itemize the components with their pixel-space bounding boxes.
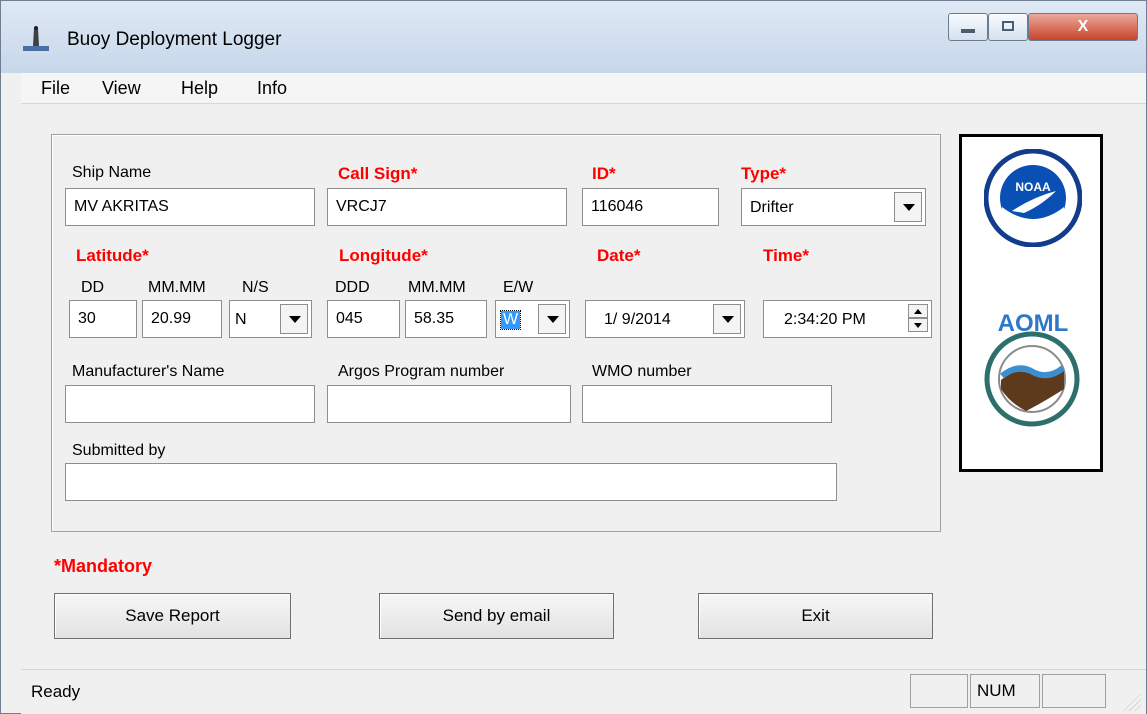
resize-grip-icon[interactable]: [1123, 693, 1141, 711]
latitude-degrees-input[interactable]: 30: [69, 300, 137, 338]
chevron-down-icon[interactable]: [280, 304, 308, 334]
lat-mm-label: MM.MM: [148, 279, 206, 296]
manufacturer-input[interactable]: [65, 385, 315, 423]
noaa-logo-text: NOAA: [1015, 180, 1051, 194]
ns-value: N: [235, 311, 247, 328]
menu-view[interactable]: View: [102, 78, 141, 99]
lon-ddd-label: DDD: [335, 279, 370, 296]
id-input[interactable]: 116046: [582, 188, 719, 226]
manufacturer-label: Manufacturer's Name: [72, 363, 225, 380]
chevron-down-icon[interactable]: [894, 192, 922, 222]
spin-down-icon[interactable]: [908, 318, 928, 332]
argos-label: Argos Program number: [338, 363, 505, 380]
maximize-button[interactable]: [988, 13, 1028, 41]
buoy-app-icon: [23, 26, 49, 51]
save-report-button[interactable]: Save Report: [54, 593, 291, 639]
menu-help[interactable]: Help: [181, 78, 218, 99]
maximize-icon: [1002, 21, 1014, 31]
menu-info[interactable]: Info: [257, 78, 287, 99]
submitted-by-label: Submitted by: [72, 442, 166, 459]
type-label: Type*: [741, 164, 787, 183]
lon-ew-label: E/W: [503, 279, 534, 296]
longitude-degrees-input[interactable]: 045: [327, 300, 400, 338]
submitted-by-input[interactable]: [65, 463, 837, 501]
status-bar: Ready NUM: [21, 669, 1146, 714]
latitude-label: Latitude*: [76, 246, 149, 265]
argos-input[interactable]: [327, 385, 571, 423]
wmo-label: WMO number: [592, 363, 692, 380]
ew-value: W: [499, 310, 522, 330]
ship-name-input[interactable]: MV AKRITAS: [65, 188, 315, 226]
minimize-icon: [961, 29, 975, 33]
longitude-hemisphere-select[interactable]: W: [495, 300, 570, 338]
mandatory-note: *Mandatory: [54, 556, 153, 576]
main-window: Buoy Deployment Logger X File View Help …: [0, 0, 1147, 714]
date-label: Date*: [597, 246, 641, 265]
date-picker[interactable]: 1/ 9/2014: [585, 300, 745, 338]
lat-dd-label: DD: [81, 279, 105, 296]
time-picker[interactable]: 2:34:20 PM: [763, 300, 932, 338]
wmo-input[interactable]: [582, 385, 832, 423]
menu-bar: File View Help Info: [21, 73, 1146, 104]
id-label: ID*: [592, 164, 616, 183]
title-bar: Buoy Deployment Logger X: [1, 1, 1146, 73]
send-email-button[interactable]: Send by email: [379, 593, 614, 639]
close-button[interactable]: X: [1028, 13, 1138, 41]
type-value: Drifter: [750, 199, 794, 216]
ship-name-label: Ship Name: [72, 164, 152, 181]
minimize-button[interactable]: [948, 13, 988, 41]
call-sign-input[interactable]: VRCJ7: [327, 188, 567, 226]
latitude-minutes-input[interactable]: 20.99: [142, 300, 222, 338]
type-select[interactable]: Drifter: [741, 188, 926, 226]
calendar-dropdown-icon[interactable]: [713, 304, 741, 334]
time-label: Time*: [763, 246, 809, 265]
deployment-form: Ship Name MV AKRITAS Call Sign* VRCJ7 ID…: [51, 134, 941, 532]
latitude-hemisphere-select[interactable]: N: [229, 300, 312, 338]
longitude-label: Longitude*: [339, 246, 428, 265]
longitude-minutes-input[interactable]: 58.35: [405, 300, 487, 338]
logo-panel: NOAA AOML: [959, 134, 1103, 472]
spin-up-icon[interactable]: [908, 304, 928, 318]
lat-ns-label: N/S: [242, 279, 269, 296]
date-value: 1/ 9/2014: [604, 311, 671, 328]
status-text: Ready: [31, 682, 81, 701]
chevron-down-icon[interactable]: [538, 304, 566, 334]
menu-file[interactable]: File: [41, 78, 70, 99]
status-empty-box: [1042, 674, 1106, 708]
noaa-logo-icon: NOAA: [984, 149, 1082, 247]
num-lock-indicator: NUM: [970, 674, 1040, 708]
window-title: Buoy Deployment Logger: [67, 29, 282, 50]
call-sign-label: Call Sign*: [338, 164, 418, 183]
time-value: 2:34:20 PM: [784, 311, 866, 328]
main-content: Ship Name MV AKRITAS Call Sign* VRCJ7 ID…: [21, 104, 1146, 669]
aoml-seal-icon: [984, 331, 1080, 427]
time-spinner[interactable]: [908, 304, 928, 334]
lon-mm-label: MM.MM: [408, 279, 466, 296]
exit-button[interactable]: Exit: [698, 593, 933, 639]
status-empty-box: [910, 674, 968, 708]
